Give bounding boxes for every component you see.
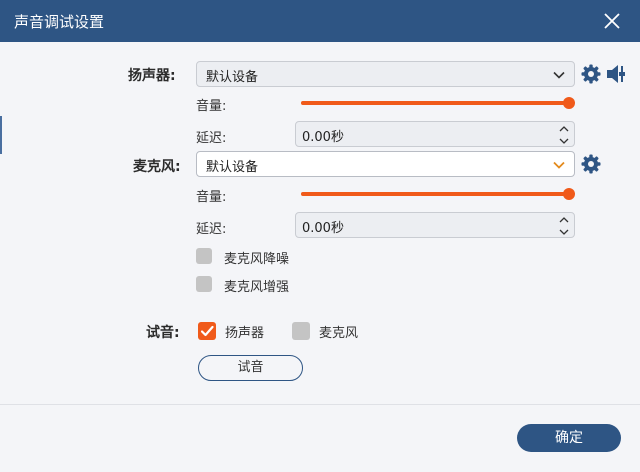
chevron-down-icon <box>553 71 565 79</box>
mic-gear-icon[interactable] <box>581 154 601 174</box>
mic-label: 麦克风: <box>133 159 181 175</box>
mic-device-value: 默认设备 <box>206 160 259 175</box>
test-speaker-label: 扬声器 <box>225 326 265 341</box>
slider-fill <box>301 101 569 105</box>
mic-delay-spinbox[interactable]: 0.00秒 <box>295 212 575 238</box>
speaker-label: 扬声器: <box>128 68 176 84</box>
mic-volume-slider[interactable] <box>301 187 575 201</box>
speaker-device-select[interactable]: 默认设备 <box>196 61 575 87</box>
speaker-delay-value: 0.00秒 <box>302 130 344 145</box>
title-bar: 声音调试设置 <box>0 0 640 42</box>
mic-delay-value: 0.00秒 <box>302 221 344 236</box>
speaker-gear-icon[interactable] <box>581 64 601 84</box>
window-title: 声音调试设置 <box>14 13 105 31</box>
test-sound-button[interactable]: 试音 <box>198 355 303 381</box>
spin-arrows-icon[interactable] <box>558 215 570 237</box>
speaker-volume-icon[interactable] <box>605 63 629 85</box>
spin-arrows-icon[interactable] <box>558 124 570 146</box>
mic-noise-reduction-label: 麦克风降噪 <box>224 252 290 267</box>
slider-thumb[interactable] <box>563 188 575 200</box>
left-edge-marker <box>0 116 2 154</box>
test-mic-label: 麦克风 <box>319 326 359 341</box>
speaker-device-value: 默认设备 <box>206 70 259 85</box>
test-label: 试音: <box>146 325 180 341</box>
mic-delay-label: 延迟: <box>196 222 227 237</box>
speaker-volume-slider[interactable] <box>301 96 575 110</box>
close-icon[interactable] <box>600 9 624 33</box>
sound-settings-dialog: 声音调试设置 扬声器: 默认设备 音量: 延迟: 0.00秒 麦克风: 默认设备… <box>0 0 640 472</box>
slider-thumb[interactable] <box>563 97 575 109</box>
test-speaker-checkbox[interactable] <box>198 322 216 340</box>
mic-enhance-label: 麦克风增强 <box>224 280 290 295</box>
ok-button[interactable]: 确定 <box>517 424 621 452</box>
checkmark-icon <box>200 325 214 337</box>
slider-fill <box>301 192 569 196</box>
chevron-down-icon <box>553 161 565 169</box>
speaker-delay-spinbox[interactable]: 0.00秒 <box>295 121 575 147</box>
speaker-volume-label: 音量: <box>196 99 227 114</box>
mic-device-select[interactable]: 默认设备 <box>196 151 575 177</box>
mic-volume-label: 音量: <box>196 190 227 205</box>
test-mic-checkbox[interactable] <box>292 322 310 340</box>
mic-noise-reduction-checkbox[interactable] <box>196 248 212 264</box>
mic-enhance-checkbox[interactable] <box>196 276 212 292</box>
speaker-delay-label: 延迟: <box>196 131 227 146</box>
footer-divider <box>0 404 640 405</box>
